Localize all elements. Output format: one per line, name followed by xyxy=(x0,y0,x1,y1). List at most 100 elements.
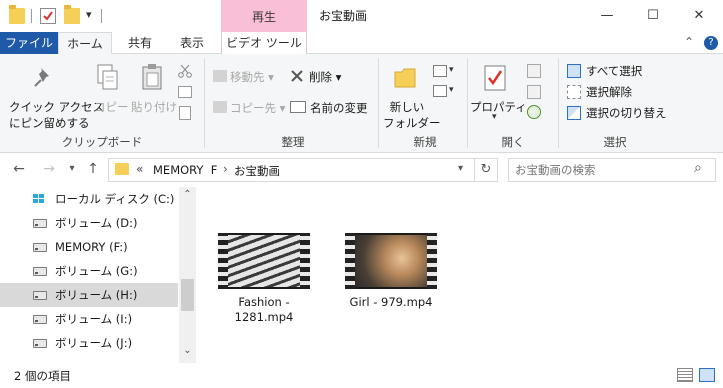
select-all-button[interactable]: すべて選択 xyxy=(586,63,642,79)
scrollbar-thumb[interactable] xyxy=(181,279,194,311)
properties-check-icon[interactable] xyxy=(40,8,56,24)
easy-access-icon[interactable] xyxy=(433,85,447,97)
quick-access-dropdown-icon[interactable]: ▾ xyxy=(86,8,92,21)
breadcrumb-item[interactable]: お宝動画 xyxy=(234,163,280,179)
search-box[interactable]: ⌕ xyxy=(508,158,716,182)
ribbon-tabs: ファイル ホーム 共有 表示 ビデオ ツール ⌃ ? xyxy=(0,32,723,55)
context-tab-header: 再生 xyxy=(221,0,307,32)
nav-item-label: MEMORY (F:) xyxy=(55,240,128,254)
copy-path-icon[interactable] xyxy=(178,86,192,98)
ribbon: クイック アクセス にピン留めする コピー 貼り付け クリップボード 移動先 ▾… xyxy=(0,54,723,153)
item-count: 2 個の項目 xyxy=(14,369,71,383)
address-row: ← → ▾ ↑ « MEMORY F › お宝動画 ▾ ↻ ⌕ xyxy=(0,153,723,187)
address-dropdown-icon[interactable]: ▾ xyxy=(458,163,463,174)
paste-shortcut-icon[interactable] xyxy=(179,106,191,120)
copy-to-button[interactable]: コピー先 ▾ xyxy=(230,100,285,116)
nav-scrollbar[interactable] xyxy=(179,187,196,363)
nav-item-drive-g[interactable]: ボリューム (G:) xyxy=(0,259,178,283)
pin-label-line1: クイック アクセス xyxy=(9,100,105,114)
film-strip-icon xyxy=(218,233,228,289)
nav-item-drive-d[interactable]: ボリューム (D:) xyxy=(0,211,178,235)
video-thumbnail xyxy=(345,233,437,289)
breadcrumb-item[interactable]: MEMORY F xyxy=(153,163,217,177)
scroll-up-icon[interactable]: ⌃ xyxy=(181,189,194,203)
help-icon[interactable]: ? xyxy=(704,36,718,50)
paste-button[interactable]: 貼り付け xyxy=(131,99,177,115)
nav-item-drive-f[interactable]: MEMORY (F:) xyxy=(0,235,178,259)
recent-locations-dropdown[interactable]: ▾ xyxy=(63,159,81,179)
copy-button[interactable]: コピー xyxy=(94,99,129,115)
cut-icon[interactable] xyxy=(178,64,192,78)
pin-icon xyxy=(32,65,56,91)
copy-to-icon xyxy=(213,101,227,113)
title-bar: ▾ 再生 お宝動画 — ☐ ✕ xyxy=(0,0,723,32)
large-icons-view-icon[interactable] xyxy=(699,368,715,382)
separator xyxy=(101,9,102,23)
file-item[interactable]: Fashion - 1281.mp4 xyxy=(216,231,312,324)
delete-icon xyxy=(290,69,304,83)
breadcrumb-overflow-icon[interactable]: « xyxy=(136,162,143,176)
properties-dropdown-icon[interactable]: ▾ xyxy=(492,112,497,122)
forward-button[interactable]: → xyxy=(40,159,58,179)
pin-to-quick-access-button[interactable]: クイック アクセス にピン留めする xyxy=(9,99,105,131)
new-folder-icon xyxy=(393,66,417,90)
rename-button[interactable]: 名前の変更 xyxy=(310,100,368,116)
select-none-button[interactable]: 選択解除 xyxy=(586,84,632,100)
tab-view[interactable]: 表示 xyxy=(170,32,214,54)
video-thumbnail xyxy=(218,233,310,289)
new-item-dropdown-icon[interactable]: ▾ xyxy=(449,65,454,75)
invert-selection-button[interactable]: 選択の切り替え xyxy=(586,105,667,121)
drive-icon xyxy=(33,291,47,300)
collapse-ribbon-icon[interactable]: ⌃ xyxy=(684,35,698,49)
search-icon[interactable]: ⌕ xyxy=(694,160,702,176)
up-button[interactable]: ↑ xyxy=(84,159,102,179)
move-to-icon xyxy=(213,70,227,82)
folder-icon xyxy=(115,163,129,175)
file-name-line2: 1281.mp4 xyxy=(234,310,294,324)
file-name: Girl - 979.mp4 xyxy=(343,295,439,310)
nav-item-drive-c[interactable]: ローカル ディスク (C:) xyxy=(0,187,178,211)
scroll-down-icon[interactable]: ⌄ xyxy=(181,345,194,359)
move-to-button[interactable]: 移動先 ▾ xyxy=(230,69,274,85)
new-item-icon[interactable] xyxy=(433,65,447,77)
file-item[interactable]: Girl - 979.mp4 xyxy=(343,231,439,323)
nav-item-drive-j[interactable]: ボリューム (J:) xyxy=(0,331,178,355)
search-input[interactable] xyxy=(515,162,685,178)
easy-access-dropdown-icon[interactable]: ▾ xyxy=(449,85,454,95)
minimize-button[interactable]: — xyxy=(584,0,630,32)
new-folder-button[interactable]: 新しい フォルダー xyxy=(383,99,441,131)
breadcrumb-separator[interactable]: › xyxy=(223,162,228,176)
tab-share[interactable]: 共有 xyxy=(118,32,162,54)
nav-item-drive-i[interactable]: ボリューム (I:) xyxy=(0,307,178,331)
nav-item-label: ボリューム (G:) xyxy=(55,264,138,278)
tab-video-tools[interactable]: ビデオ ツール xyxy=(221,32,307,54)
group-label-clipboard: クリップボード xyxy=(61,135,143,149)
close-button[interactable]: ✕ xyxy=(676,0,722,32)
nav-item-drive-h[interactable]: ボリューム (H:) xyxy=(0,283,178,307)
maximize-button[interactable]: ☐ xyxy=(630,0,676,32)
tab-file[interactable]: ファイル xyxy=(0,32,58,54)
nav-item-label: ローカル ディスク (C:) xyxy=(55,192,175,206)
new-folder-icon[interactable] xyxy=(64,5,80,24)
group-separator xyxy=(378,58,379,148)
file-name-line1: Fashion - xyxy=(238,295,290,309)
back-button[interactable]: ← xyxy=(10,159,28,179)
open-icon[interactable] xyxy=(527,64,541,78)
tab-home[interactable]: ホーム xyxy=(58,32,112,55)
thumbnail-image xyxy=(228,235,300,287)
details-view-icon[interactable] xyxy=(677,368,693,382)
status-bar: 2 個の項目 xyxy=(0,363,723,388)
nav-item-label: ボリューム (J:) xyxy=(55,336,133,350)
drive-icon xyxy=(33,339,47,348)
group-label-select: 選択 xyxy=(603,135,627,149)
refresh-button[interactable]: ↻ xyxy=(474,158,498,182)
thumbnail-image xyxy=(355,235,427,287)
pin-label-line2: にピン留めする xyxy=(9,116,90,130)
group-separator xyxy=(467,58,468,148)
address-bar[interactable]: « MEMORY F › お宝動画 ▾ xyxy=(108,158,475,182)
history-icon[interactable] xyxy=(527,105,541,119)
group-label-organize: 整理 xyxy=(281,135,305,149)
edit-icon[interactable] xyxy=(527,85,541,99)
delete-button[interactable]: 削除 ▾ xyxy=(309,69,341,85)
group-separator xyxy=(558,58,559,148)
